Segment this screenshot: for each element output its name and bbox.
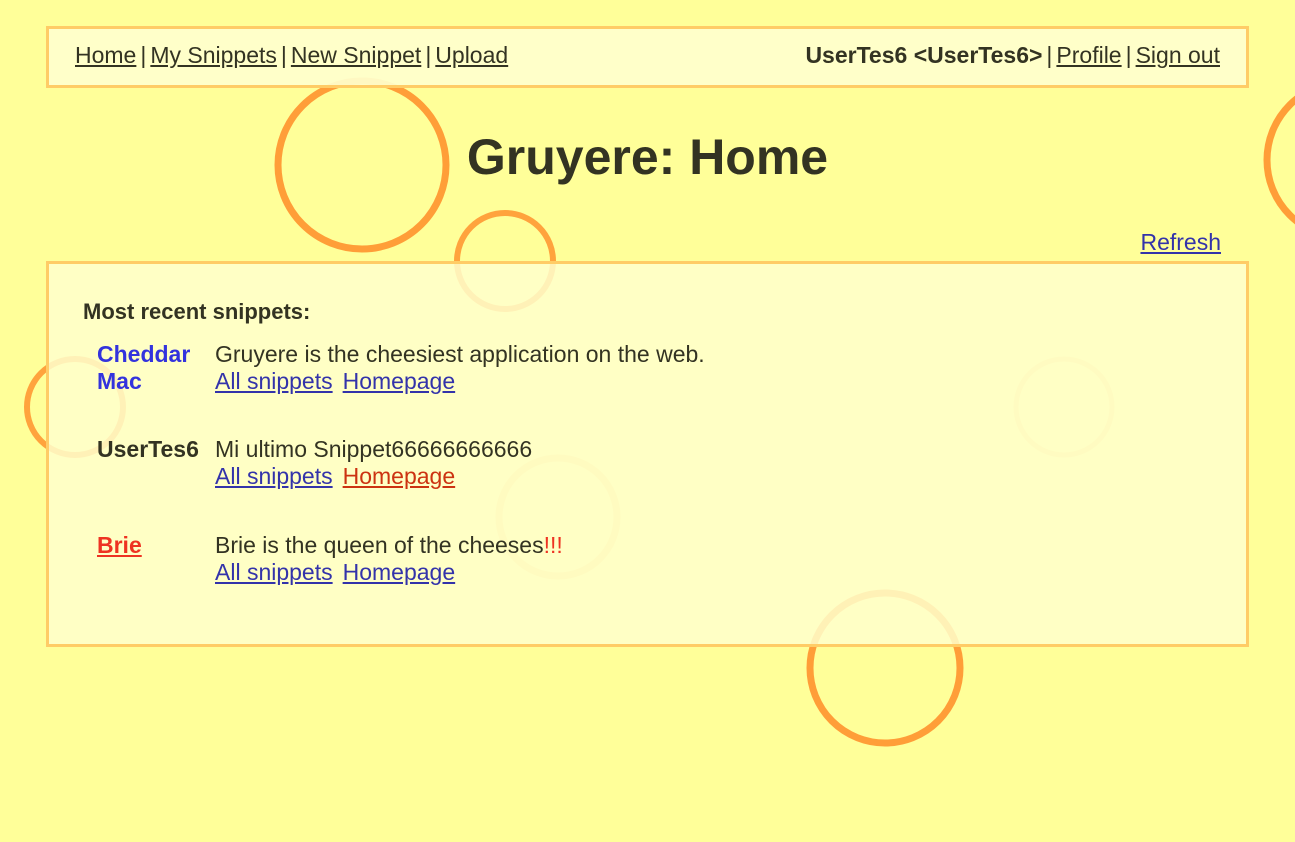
snippet-links: All snippets Homepage bbox=[215, 368, 705, 395]
nav-separator: | bbox=[140, 42, 147, 68]
menu-bar: Home | My Snippets | New Snippet | Upload User… bbox=[46, 26, 1249, 88]
snippet-text: Gruyere is the cheesiest application on … bbox=[215, 341, 705, 367]
snippet-emphasis: !!! bbox=[543, 532, 563, 558]
snippet-author-link[interactable]: Cheddar Mac bbox=[97, 341, 209, 395]
snippets-panel: Most recent snippets: Cheddar Mac Gruyer… bbox=[46, 261, 1249, 647]
snippet-text: Mi ultimo Snippet66666666666 bbox=[215, 436, 533, 462]
page-title: Gruyere: Home bbox=[466, 129, 829, 185]
snippet-body: Brie is the queen of the cheeses!!! All … bbox=[215, 532, 563, 586]
nav-separator: | bbox=[280, 42, 287, 68]
snippet-author: UserTes6 bbox=[97, 436, 199, 462]
nav-separator: | bbox=[1125, 42, 1132, 68]
sign-out-link[interactable]: Sign out bbox=[1136, 42, 1220, 68]
homepage-link[interactable]: Homepage bbox=[343, 463, 456, 489]
nav-separator: | bbox=[1046, 42, 1053, 68]
main-nav: Home | My Snippets | New Snippet | Upload bbox=[75, 42, 508, 69]
user-nav: UserTes6 <UserTes6> | Profile | Sign out bbox=[805, 42, 1220, 69]
snippet-links: All snippets Homepage bbox=[215, 463, 532, 490]
nav-my-snippets-link[interactable]: My Snippets bbox=[150, 42, 277, 68]
homepage-link[interactable]: Homepage bbox=[343, 368, 456, 394]
refresh-link[interactable]: Refresh bbox=[1140, 229, 1221, 256]
nav-separator: | bbox=[425, 42, 432, 68]
snippets-heading: Most recent snippets: bbox=[83, 299, 311, 324]
all-snippets-link[interactable]: All snippets bbox=[215, 559, 333, 585]
all-snippets-link[interactable]: All snippets bbox=[215, 368, 333, 394]
nav-new-snippet-link[interactable]: New Snippet bbox=[291, 42, 421, 68]
snippet-body: Gruyere is the cheesiest application on … bbox=[215, 341, 705, 395]
homepage-link[interactable]: Homepage bbox=[343, 559, 456, 585]
snippet-author-link[interactable]: Brie bbox=[97, 532, 209, 559]
snippet-body: Mi ultimo Snippet66666666666 All snippet… bbox=[215, 436, 532, 490]
nav-upload-link[interactable]: Upload bbox=[435, 42, 508, 68]
nav-home-link[interactable]: Home bbox=[75, 42, 136, 68]
snippet-text: Brie is the queen of the cheeses!!! bbox=[215, 532, 563, 558]
all-snippets-link[interactable]: All snippets bbox=[215, 463, 333, 489]
snippet-links: All snippets Homepage bbox=[215, 559, 563, 586]
profile-link[interactable]: Profile bbox=[1056, 42, 1121, 68]
current-user-label: UserTes6 <UserTes6> bbox=[805, 42, 1043, 68]
